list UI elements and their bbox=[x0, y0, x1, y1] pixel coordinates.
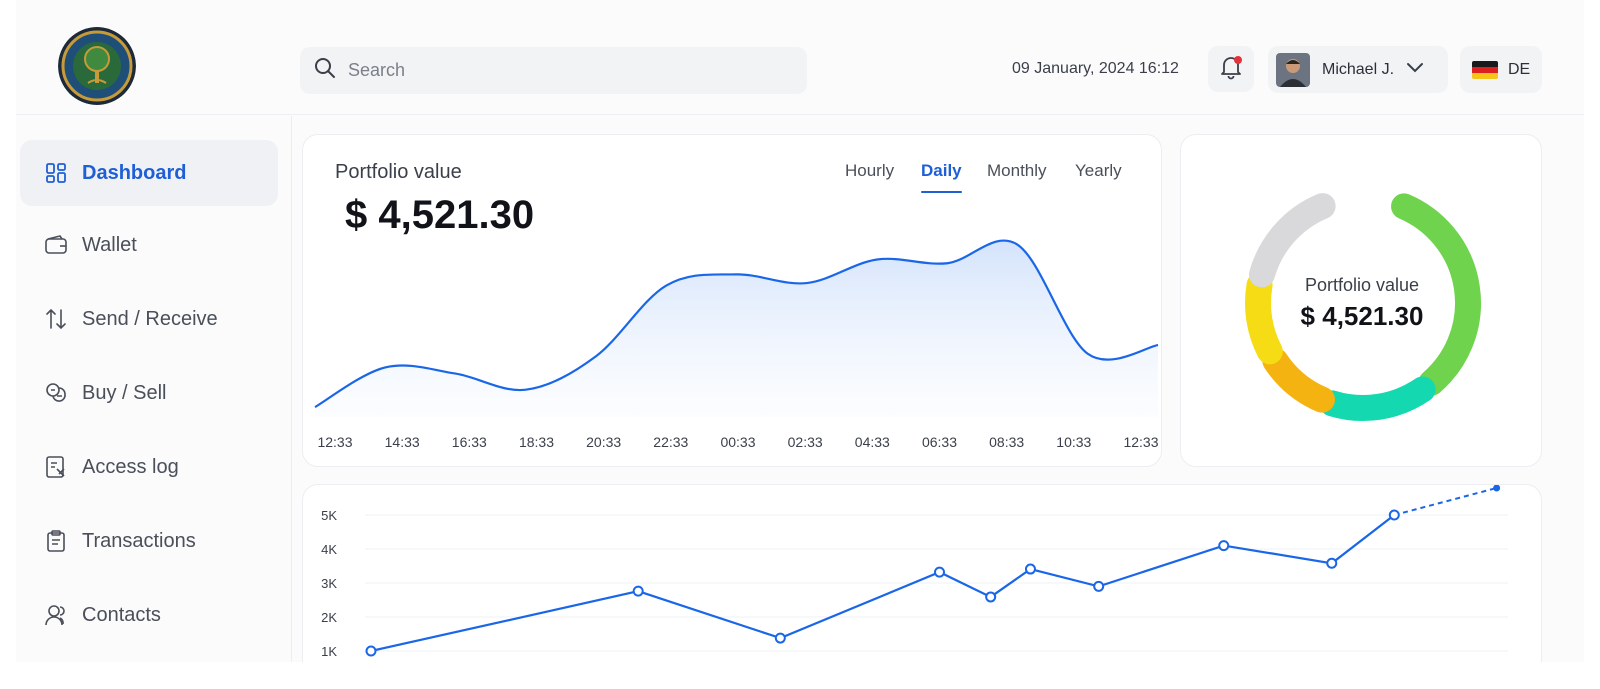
chevron-down-icon bbox=[1406, 61, 1424, 79]
history-card: 5K 4K 3K 2K 1K bbox=[302, 484, 1542, 662]
x-tick-label: 08:33 bbox=[989, 434, 1024, 450]
x-tick-label: 04:33 bbox=[855, 434, 890, 450]
data-point[interactable] bbox=[1024, 563, 1036, 575]
projection-line bbox=[1394, 487, 1497, 516]
sidebar-item-wallet[interactable]: Wallet bbox=[20, 212, 278, 278]
data-point[interactable] bbox=[1388, 509, 1400, 521]
language-selector[interactable]: DE bbox=[1460, 46, 1542, 93]
x-tick-label: 10:33 bbox=[1056, 434, 1091, 450]
notification-badge bbox=[1234, 56, 1242, 64]
x-tick-label: 12:33 bbox=[317, 434, 352, 450]
arrows-up-down-icon bbox=[44, 307, 68, 331]
sidebar-item-label: Buy / Sell bbox=[82, 381, 167, 404]
portfolio-area-chart: 12:33 14:33 16:33 18:33 20:33 22:33 00:33 02:33… bbox=[314, 239, 1159, 450]
language-code: DE bbox=[1508, 60, 1531, 78]
x-tick-label: 18:33 bbox=[519, 434, 554, 450]
x-tick-label: 22:33 bbox=[653, 434, 688, 450]
y-tick-label: 4K bbox=[321, 542, 337, 557]
sidebar-item-send-receive[interactable]: Send / Receive bbox=[20, 286, 278, 352]
data-point[interactable] bbox=[1093, 580, 1105, 592]
x-tick-label: 00:33 bbox=[720, 434, 755, 450]
donut-label: Portfolio value bbox=[1304, 275, 1420, 295]
app-frame: 09 January, 2024 16:12 Michael J. DE bbox=[16, 0, 1584, 662]
y-tick-label: 2K bbox=[321, 610, 337, 625]
area-fill bbox=[315, 240, 1158, 417]
sidebar-item-transactions[interactable]: Transactions bbox=[20, 508, 278, 574]
data-point[interactable] bbox=[1218, 540, 1230, 552]
user-menu[interactable]: Michael J. bbox=[1268, 46, 1448, 93]
avatar bbox=[1276, 52, 1310, 87]
grid-icon bbox=[44, 161, 68, 185]
y-tick-label: 1K bbox=[321, 644, 337, 659]
search-input[interactable] bbox=[348, 60, 788, 81]
x-tick-label: 06:33 bbox=[922, 434, 957, 450]
portfolio-card: Portfolio value $ 4,521.30 Hourly Daily … bbox=[302, 134, 1162, 467]
brand-logo[interactable] bbox=[58, 27, 136, 105]
sidebar-item-label: Transactions bbox=[82, 529, 196, 552]
allocation-card: Portfolio value $ 4,521.30 bbox=[1180, 134, 1542, 467]
clipboard-icon bbox=[44, 529, 68, 553]
projection-point bbox=[1493, 485, 1501, 492]
user-name: Michael J. bbox=[1322, 60, 1395, 78]
coins-icon bbox=[44, 381, 68, 405]
contacts-icon bbox=[44, 603, 68, 627]
x-tick-label: 02:33 bbox=[788, 434, 823, 450]
sidebar-item-contacts[interactable]: Contacts bbox=[20, 582, 278, 648]
x-tick-label: 14:33 bbox=[385, 434, 420, 450]
log-icon bbox=[44, 455, 68, 479]
sidebar-item-label: Access log bbox=[82, 455, 179, 478]
search-icon bbox=[314, 57, 336, 84]
wallet-icon bbox=[44, 233, 68, 257]
data-point[interactable] bbox=[934, 566, 945, 578]
sidebar-item-buy-sell[interactable]: Buy / Sell bbox=[20, 360, 278, 426]
x-tick-label: 20:33 bbox=[586, 434, 621, 450]
data-point[interactable] bbox=[985, 591, 997, 603]
notifications-button[interactable] bbox=[1208, 46, 1254, 92]
y-tick-label: 5K bbox=[321, 508, 337, 523]
donut-slice bbox=[1262, 347, 1335, 413]
donut-value: $ 4,521.30 bbox=[1300, 301, 1424, 331]
sidebar: Dashboard Wallet Send / Receive Buy / Se… bbox=[16, 116, 292, 662]
german-flag-icon bbox=[1472, 60, 1498, 79]
sidebar-item-dashboard[interactable]: Dashboard bbox=[20, 140, 278, 206]
sidebar-item-access-log[interactable]: Access log bbox=[20, 434, 278, 500]
donut-slice bbox=[1248, 193, 1336, 288]
data-point[interactable] bbox=[365, 645, 377, 657]
data-point[interactable] bbox=[1326, 557, 1338, 569]
sidebar-item-label: Contacts bbox=[82, 603, 161, 626]
y-tick-label: 3K bbox=[321, 576, 337, 591]
search-bar[interactable] bbox=[300, 47, 807, 94]
sidebar-item-label: Dashboard bbox=[82, 161, 187, 184]
data-point[interactable] bbox=[774, 632, 786, 644]
sidebar-item-label: Send / Receive bbox=[82, 307, 218, 330]
sidebar-item-label: Wallet bbox=[82, 233, 137, 256]
donut-slice bbox=[1319, 376, 1436, 421]
current-datetime: 09 January, 2024 16:12 bbox=[1012, 60, 1179, 77]
data-point[interactable] bbox=[632, 585, 644, 597]
x-tick-label: 12:33 bbox=[1123, 434, 1158, 450]
x-tick-label: 16:33 bbox=[452, 434, 487, 450]
history-line-chart: 5K 4K 3K 2K 1K bbox=[321, 485, 1508, 659]
top-header: 09 January, 2024 16:12 Michael J. DE bbox=[16, 0, 1584, 115]
